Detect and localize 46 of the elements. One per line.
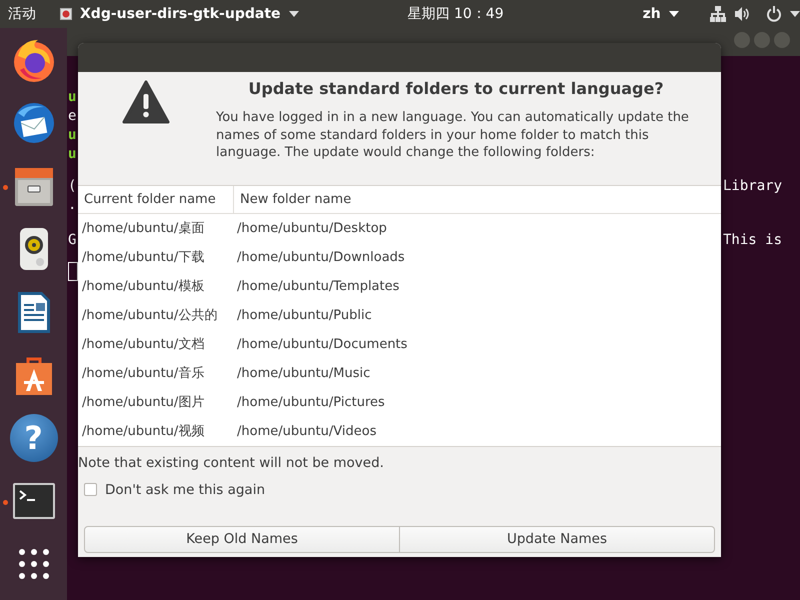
volume-icon[interactable] xyxy=(734,6,750,22)
caret-icon[interactable] xyxy=(790,11,800,17)
input-method-menu[interactable]: zh xyxy=(642,4,661,24)
table-cell-text: /home/ubuntu/Videos xyxy=(236,422,378,440)
terminal-text: This is xyxy=(723,231,782,250)
table-cell-text: /home/ubuntu/视频 xyxy=(81,422,206,440)
terminal-text: u xyxy=(68,145,76,164)
terminal-text: . xyxy=(68,196,76,215)
table-cell-text: /home/ubuntu/下载 xyxy=(81,248,206,266)
terminal-text: Library xyxy=(723,177,782,196)
dont-ask-checkbox[interactable]: Don't ask me this again xyxy=(84,480,721,500)
warning-icon xyxy=(122,80,170,124)
caret-icon[interactable] xyxy=(668,11,679,17)
table-cell-text: /home/ubuntu/Pictures xyxy=(236,394,386,412)
dialog-message: You have logged in in a new language. You can automatically update the names of some standard folders in your home folder to match this language. The update would change the following folders: xyxy=(216,109,690,162)
terminal-text: e xyxy=(68,107,76,126)
power-icon[interactable] xyxy=(766,6,782,22)
note-text: Note that existing content will not be moved. xyxy=(78,454,384,470)
table-cell-text: /home/ubuntu/图片 xyxy=(81,394,206,412)
column-header[interactable]: New folder name xyxy=(233,186,721,212)
keep-old-names-button[interactable]: Keep Old Names xyxy=(84,526,400,553)
terminal-text: ( xyxy=(68,177,76,196)
table-cell-text: /home/ubuntu/Templates xyxy=(236,278,400,296)
table-cell-text: /home/ubuntu/Desktop xyxy=(236,220,388,238)
table-cell-text: /home/ubuntu/公共的 xyxy=(81,306,218,324)
app-menu[interactable]: Xdg-user-dirs-gtk-update xyxy=(80,4,281,24)
network-icon[interactable] xyxy=(710,6,726,22)
table-cell-text: /home/ubuntu/桌面 xyxy=(81,220,206,238)
table-cell-text: /home/ubuntu/音乐 xyxy=(81,364,206,382)
table-cell-text: /home/ubuntu/Documents xyxy=(236,336,408,354)
update-names-button[interactable]: Update Names xyxy=(400,526,715,553)
app-icon xyxy=(60,8,72,20)
dialog-title: Update standard folders to current language? xyxy=(247,78,665,100)
caret-icon[interactable] xyxy=(288,11,299,17)
activities-button[interactable]: 活动 xyxy=(8,4,36,24)
terminal-text: u xyxy=(68,126,76,145)
table-cell-text: /home/ubuntu/Public xyxy=(236,306,373,324)
table-cell-text: /home/ubuntu/Music xyxy=(236,364,372,382)
table-cell-text: /home/ubuntu/模板 xyxy=(81,278,206,296)
table-cell-text: /home/ubuntu/Downloads xyxy=(236,248,406,266)
table-cell-text: /home/ubuntu/文档 xyxy=(81,336,206,354)
clock[interactable]: 星期四 10：49 xyxy=(408,4,504,24)
terminal-text: G xyxy=(68,231,76,250)
terminal-text: u xyxy=(68,88,76,107)
column-header[interactable]: Current folder name xyxy=(78,186,233,212)
help-icon[interactable]: ? xyxy=(10,414,58,462)
